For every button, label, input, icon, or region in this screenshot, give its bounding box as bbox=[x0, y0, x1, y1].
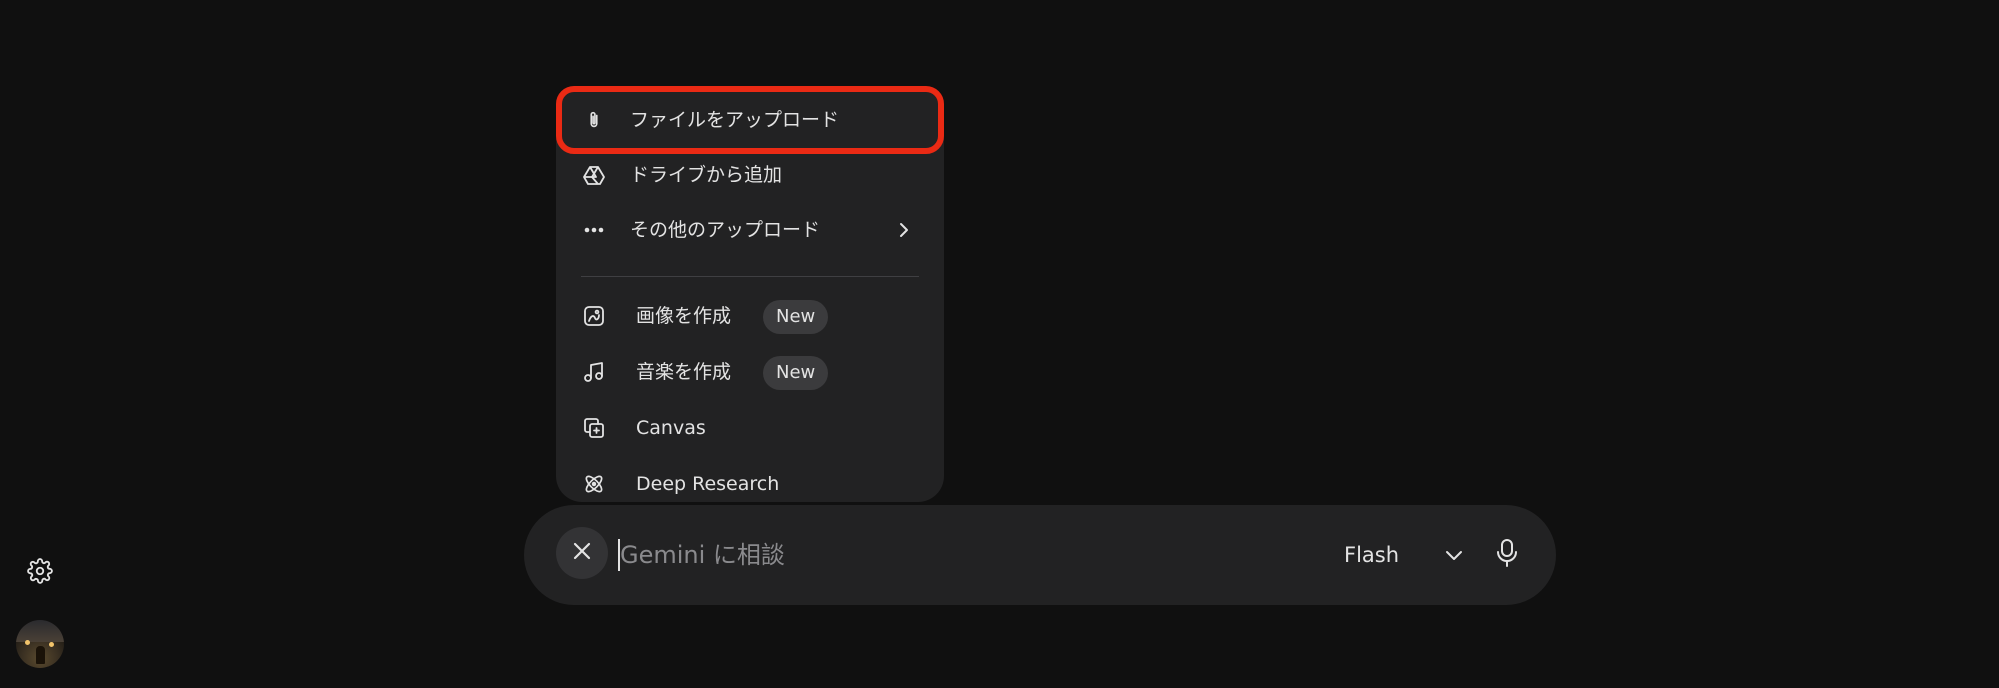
menu-item-label: ドライブから追加 bbox=[630, 164, 783, 186]
canvas-icon bbox=[582, 416, 606, 440]
menu-item-label: Deep Research bbox=[636, 473, 780, 495]
settings-button[interactable] bbox=[20, 553, 60, 593]
menu-item-label: 音楽を作成 bbox=[636, 361, 732, 383]
menu-item-label: ファイルをアップロード bbox=[630, 109, 840, 131]
gear-icon bbox=[27, 558, 53, 588]
menu-divider bbox=[581, 276, 919, 277]
menu-item-canvas[interactable]: Canvas bbox=[556, 404, 944, 452]
microphone-icon bbox=[1496, 538, 1518, 572]
model-name: Flash bbox=[1344, 543, 1400, 567]
menu-item-other-uploads[interactable]: その他のアップロード bbox=[556, 206, 944, 254]
microphone-button[interactable] bbox=[1484, 532, 1530, 578]
text-caret bbox=[618, 539, 620, 571]
close-icon bbox=[571, 540, 593, 566]
deep-research-icon bbox=[582, 472, 606, 496]
avatar-light bbox=[49, 642, 54, 647]
menu-item-add-from-drive[interactable]: ドライブから追加 bbox=[556, 151, 944, 199]
avatar-background bbox=[16, 620, 64, 642]
menu-item-create-music[interactable]: 音楽を作成 New bbox=[556, 348, 944, 396]
avatar-light bbox=[25, 640, 30, 645]
paperclip-icon bbox=[582, 108, 606, 132]
menu-item-label: 画像を作成 bbox=[636, 305, 732, 327]
avatar-figure bbox=[36, 646, 45, 664]
prompt-input[interactable] bbox=[618, 532, 1142, 578]
new-badge: New bbox=[763, 356, 829, 390]
more-horizontal-icon bbox=[582, 218, 606, 242]
menu-item-label: Canvas bbox=[636, 417, 706, 439]
image-create-icon bbox=[582, 304, 606, 328]
menu-item-deep-research[interactable]: Deep Research bbox=[556, 460, 944, 502]
drive-icon bbox=[582, 163, 606, 187]
chevron-down-icon bbox=[1442, 543, 1466, 567]
model-selector[interactable]: Flash bbox=[1344, 533, 1462, 577]
menu-item-upload-file[interactable]: ファイルをアップロード bbox=[556, 96, 944, 144]
close-menu-button[interactable] bbox=[556, 527, 608, 579]
menu-item-create-image[interactable]: 画像を作成 New bbox=[556, 292, 944, 340]
prompt-bar: Flash bbox=[524, 505, 1556, 605]
user-avatar[interactable] bbox=[16, 620, 64, 668]
menu-item-label: その他のアップロード bbox=[630, 219, 821, 241]
new-badge: New bbox=[763, 300, 829, 334]
attachment-menu: ファイルをアップロード ドライブから追加 その他のアップロード 画像を作成 Ne… bbox=[556, 86, 944, 502]
chevron-right-icon bbox=[892, 218, 916, 242]
music-note-icon bbox=[582, 360, 606, 384]
